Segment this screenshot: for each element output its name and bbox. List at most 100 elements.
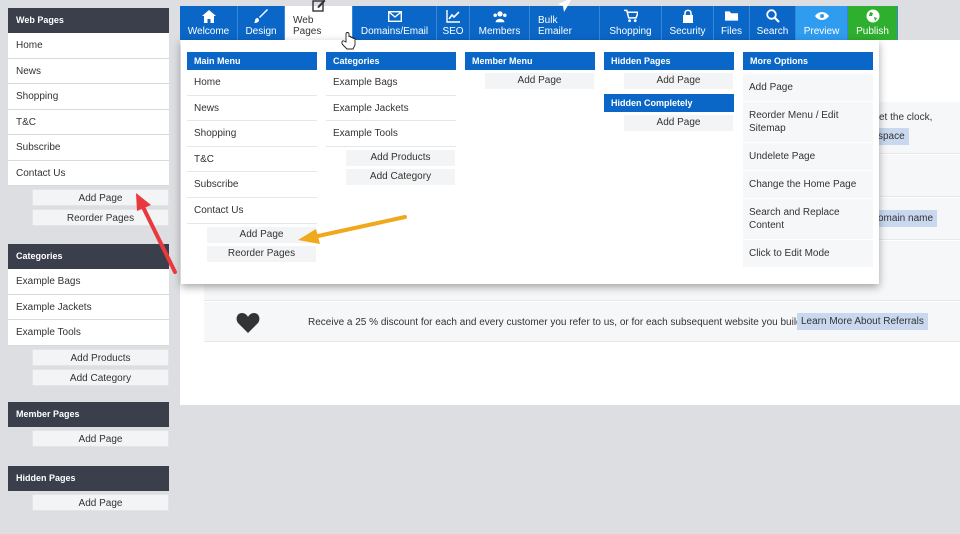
sidebar-hidden-pages: Hidden Pages Add Page <box>8 466 169 511</box>
sidebar-item-contact-us[interactable]: Contact Us <box>8 160 169 186</box>
column-title: More Options <box>743 52 873 70</box>
sidebar-hidden-add-page-button[interactable]: Add Page <box>32 494 169 511</box>
column-title: Categories <box>326 52 456 70</box>
search-icon <box>765 9 780 23</box>
sidebar-section-title: Web Pages <box>8 8 169 33</box>
lock-icon <box>681 9 695 23</box>
sidebar-item-example-tools[interactable]: Example Tools <box>8 320 169 346</box>
sidebar-item-home[interactable]: Home <box>8 33 169 59</box>
tab-label: Bulk Emailer <box>538 15 572 37</box>
cart-icon <box>623 9 638 23</box>
hidden-add-page-button[interactable]: Add Page <box>624 73 733 89</box>
sidebar-web-pages: Web Pages Home News Shopping T&C Subscri… <box>8 8 169 226</box>
option-add-page[interactable]: Add Page <box>743 74 873 102</box>
globe-icon <box>866 9 880 23</box>
tab-domains-email[interactable]: Domains/Email <box>353 6 437 40</box>
tab-web-pages[interactable]: Web Pages <box>285 0 353 40</box>
tab-label: Web Pages <box>293 15 322 37</box>
hidden-completely-add-page-button[interactable]: Add Page <box>624 115 733 131</box>
reorder-pages-button[interactable]: Reorder Pages <box>207 245 316 262</box>
sidebar-item-shopping[interactable]: Shopping <box>8 84 169 110</box>
option-change-home-page[interactable]: Change the Home Page <box>743 171 873 199</box>
tab-preview[interactable]: Preview <box>796 6 848 40</box>
sidebar: Web Pages Home News Shopping T&C Subscri… <box>0 0 180 534</box>
row-tag[interactable]: omain name <box>874 210 938 227</box>
hidden-pages-column: Hidden Pages Add Page Hidden Completely … <box>604 52 734 131</box>
folder-icon <box>724 9 739 23</box>
sidebar-section-title: Member Pages <box>8 402 169 427</box>
edit-icon <box>311 0 326 12</box>
tab-design[interactable]: Design <box>238 6 285 40</box>
menu-item-news[interactable]: News <box>187 96 317 122</box>
tab-label: Shopping <box>609 26 652 37</box>
chart-icon <box>446 9 460 23</box>
menu-item-example-tools[interactable]: Example Tools <box>326 121 456 147</box>
tab-seo[interactable]: SEO <box>437 6 470 40</box>
member-add-page-button[interactable]: Add Page <box>485 73 594 89</box>
row-text: set the clock, <box>874 112 933 123</box>
tab-label: Domains/Email <box>360 26 429 37</box>
option-edit-mode[interactable]: Click to Edit Mode <box>743 240 873 268</box>
sidebar-add-category-button[interactable]: Add Category <box>32 368 169 386</box>
menu-item-contact-us[interactable]: Contact Us <box>187 198 317 224</box>
sidebar-item-example-jackets[interactable]: Example Jackets <box>8 294 169 320</box>
add-products-button[interactable]: Add Products <box>346 149 455 166</box>
sidebar-item-subscribe[interactable]: Subscribe <box>8 135 169 161</box>
tab-label: Publish <box>856 26 889 37</box>
envelope-icon <box>387 9 402 23</box>
tab-label: Preview <box>803 26 840 37</box>
tab-welcome[interactable]: Welcome <box>180 6 238 40</box>
eye-icon <box>814 9 829 23</box>
tab-files[interactable]: Files <box>714 6 750 40</box>
tab-label: Members <box>478 26 521 37</box>
tab-search[interactable]: Search <box>750 6 796 40</box>
menu-item-shopping[interactable]: Shopping <box>187 121 317 147</box>
tab-publish[interactable]: Publish <box>848 6 898 40</box>
tab-bulk-emailer[interactable]: Bulk Emailer <box>530 0 600 40</box>
option-undelete-page[interactable]: Undelete Page <box>743 143 873 171</box>
option-reorder-menu[interactable]: Reorder Menu / Edit Sitemap <box>743 102 873 143</box>
add-page-button[interactable]: Add Page <box>207 226 316 243</box>
menu-item-subscribe[interactable]: Subscribe <box>187 172 317 198</box>
menu-item-home[interactable]: Home <box>187 70 317 96</box>
tab-members[interactable]: Members <box>470 6 530 40</box>
tab-label: Search <box>756 26 789 37</box>
heart-icon <box>236 313 260 336</box>
row-tag[interactable]: space <box>874 128 909 145</box>
sidebar-add-page-button[interactable]: Add Page <box>32 189 169 206</box>
sidebar-member-pages: Member Pages Add Page <box>8 402 169 447</box>
sidebar-section-title: Categories <box>8 244 169 269</box>
column-title: Member Menu <box>465 52 595 70</box>
option-search-replace[interactable]: Search and Replace Content <box>743 199 873 240</box>
add-category-button[interactable]: Add Category <box>346 168 455 185</box>
sidebar-member-add-page-button[interactable]: Add Page <box>32 430 169 447</box>
menu-item-example-bags[interactable]: Example Bags <box>326 70 456 96</box>
sidebar-add-products-button[interactable]: Add Products <box>32 348 169 366</box>
paper-plane-icon <box>557 0 572 12</box>
menu-item-tc[interactable]: T&C <box>187 147 317 173</box>
brush-icon <box>254 9 268 23</box>
sidebar-item-news[interactable]: News <box>8 58 169 84</box>
tab-label: Design <box>245 26 277 37</box>
tab-label: Welcome <box>187 26 230 37</box>
referral-text: Receive a 25 % discount for each and eve… <box>308 317 805 328</box>
main-menu-column: Main Menu Home News Shopping T&C Subscri… <box>187 52 317 262</box>
referral-link[interactable]: Learn More About Referrals <box>797 313 928 330</box>
web-pages-dropdown: Main Menu Home News Shopping T&C Subscri… <box>181 40 879 284</box>
sidebar-categories: Categories Example Bags Example Jackets … <box>8 244 169 386</box>
referral-row: Receive a 25 % discount for each and eve… <box>204 302 960 342</box>
sidebar-item-tc[interactable]: T&C <box>8 109 169 135</box>
sidebar-section-title: Hidden Pages <box>8 466 169 491</box>
member-menu-column: Member Menu Add Page <box>465 52 595 89</box>
column-title: Main Menu <box>187 52 317 70</box>
column-title: Hidden Completely <box>604 94 734 112</box>
tab-shopping[interactable]: Shopping <box>600 6 662 40</box>
sidebar-reorder-pages-button[interactable]: Reorder Pages <box>32 209 169 226</box>
sidebar-item-example-bags[interactable]: Example Bags <box>8 269 169 295</box>
tab-label: SEO <box>442 26 464 37</box>
more-options-column: More Options Add Page Reorder Menu / Edi… <box>743 52 873 268</box>
tab-security[interactable]: Security <box>662 6 714 40</box>
menu-item-example-jackets[interactable]: Example Jackets <box>326 96 456 122</box>
top-toolbar: Welcome Design Web Pages Domains/Email S… <box>180 0 898 40</box>
column-title: Hidden Pages <box>604 52 734 70</box>
